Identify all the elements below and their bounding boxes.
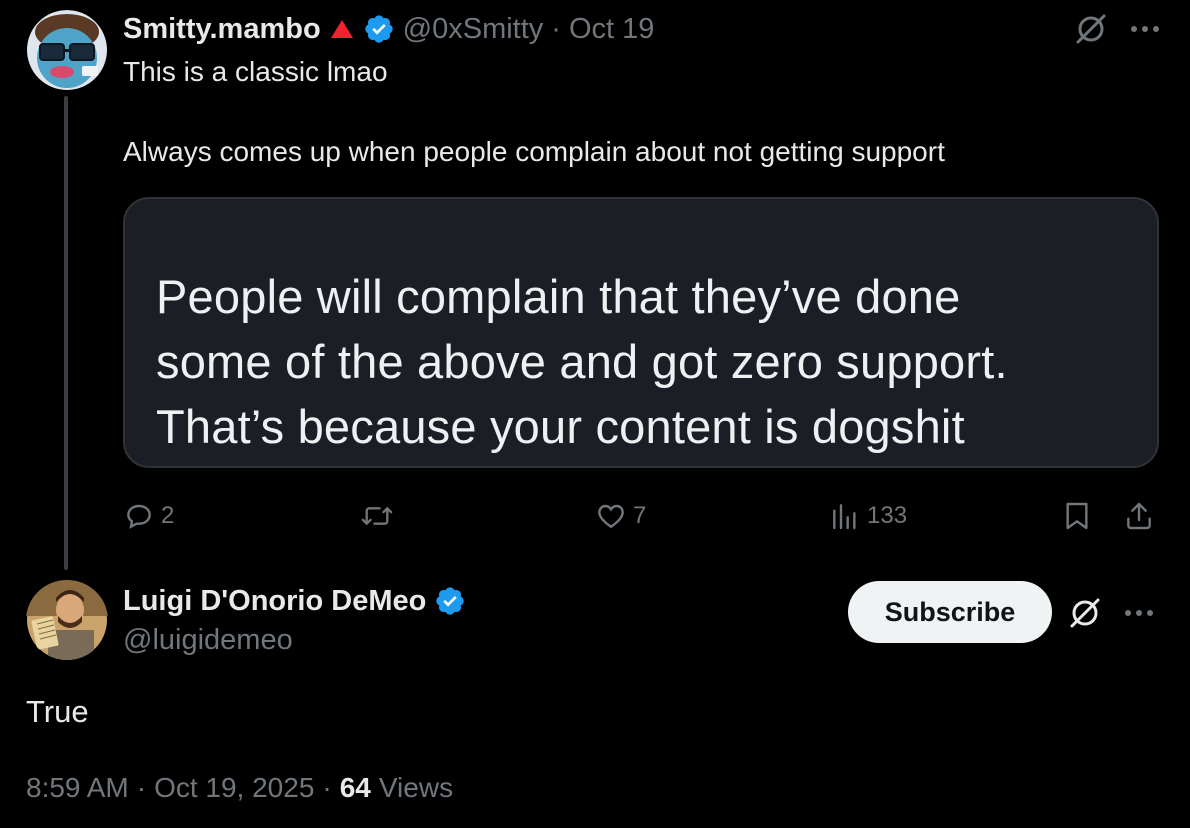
- author-name[interactable]: Smitty.mambo: [123, 13, 321, 46]
- red-triangle-icon: [329, 18, 355, 40]
- thread-connector-line: [64, 96, 68, 570]
- tweet-page: Smitty.mambo @0xSmitty · Oct 19 This is …: [0, 0, 1190, 828]
- parent-top-icons: [1074, 12, 1160, 46]
- share-icon: [1123, 500, 1155, 532]
- views-count: 133: [867, 502, 908, 529]
- reply-author-handle[interactable]: @luigidemeo: [123, 624, 293, 657]
- analytics-icon: [829, 500, 861, 532]
- like-count: 7: [633, 502, 647, 529]
- media-image-text: People will complain that they’ve done s…: [156, 264, 1136, 459]
- reply-icon: [123, 500, 155, 532]
- reply-button[interactable]: 2: [123, 496, 174, 536]
- more-icon[interactable]: [1130, 25, 1160, 33]
- reply-author-name[interactable]: Luigi D'Onorio DeMeo: [123, 585, 426, 618]
- media-text-line-1: People will complain that they’ve done: [156, 270, 961, 323]
- reply-views-count[interactable]: 64: [340, 772, 371, 804]
- views-button[interactable]: 133: [829, 496, 907, 536]
- tweet-date[interactable]: Oct 19: [569, 13, 654, 46]
- reply-text: True: [26, 694, 89, 729]
- avatar[interactable]: [26, 10, 108, 90]
- media-text-line-3: That’s because your content is dogshit: [156, 400, 965, 453]
- subscribe-button[interactable]: Subscribe: [848, 581, 1052, 643]
- reply-date[interactable]: Oct 19, 2025: [154, 772, 314, 804]
- bookmark-button[interactable]: [1061, 496, 1093, 536]
- separator: ·: [551, 12, 561, 45]
- reply-author-row: Luigi D'Onorio DeMeo: [123, 584, 466, 618]
- separator: ·: [136, 772, 147, 803]
- reply-avatar[interactable]: [26, 580, 108, 660]
- reply-metadata: 8:59 AM · Oct 19, 2025 · 64 Views: [26, 772, 453, 804]
- share-button[interactable]: [1123, 496, 1155, 536]
- parent-author-row: Smitty.mambo @0xSmitty · Oct 19: [123, 12, 654, 46]
- grok-icon[interactable]: [1074, 12, 1108, 46]
- retweet-button[interactable]: [359, 496, 401, 536]
- tweet-text-line-1: This is a classic lmao: [123, 56, 388, 87]
- author-handle[interactable]: @0xSmitty: [403, 13, 544, 46]
- like-button[interactable]: 7: [595, 496, 646, 536]
- bookmark-icon: [1061, 500, 1093, 532]
- reply-top-icons: [1068, 596, 1154, 630]
- retweet-icon: [359, 500, 395, 532]
- verified-badge-icon[interactable]: [363, 13, 395, 45]
- separator: ·: [322, 772, 332, 803]
- reply-count: 2: [161, 502, 175, 529]
- reply-time[interactable]: 8:59 AM: [26, 772, 129, 804]
- tweet-actions-bar: 2 7 133: [123, 496, 1163, 536]
- more-icon[interactable]: [1124, 609, 1154, 617]
- verified-badge-icon[interactable]: [434, 585, 466, 617]
- tweet-text-line-2: Always comes up when people complain abo…: [123, 136, 945, 167]
- media-text-line-2: some of the above and got zero support.: [156, 335, 1008, 388]
- heart-icon: [595, 500, 627, 532]
- reply-views-label: Views: [378, 772, 454, 803]
- grok-icon[interactable]: [1068, 596, 1102, 630]
